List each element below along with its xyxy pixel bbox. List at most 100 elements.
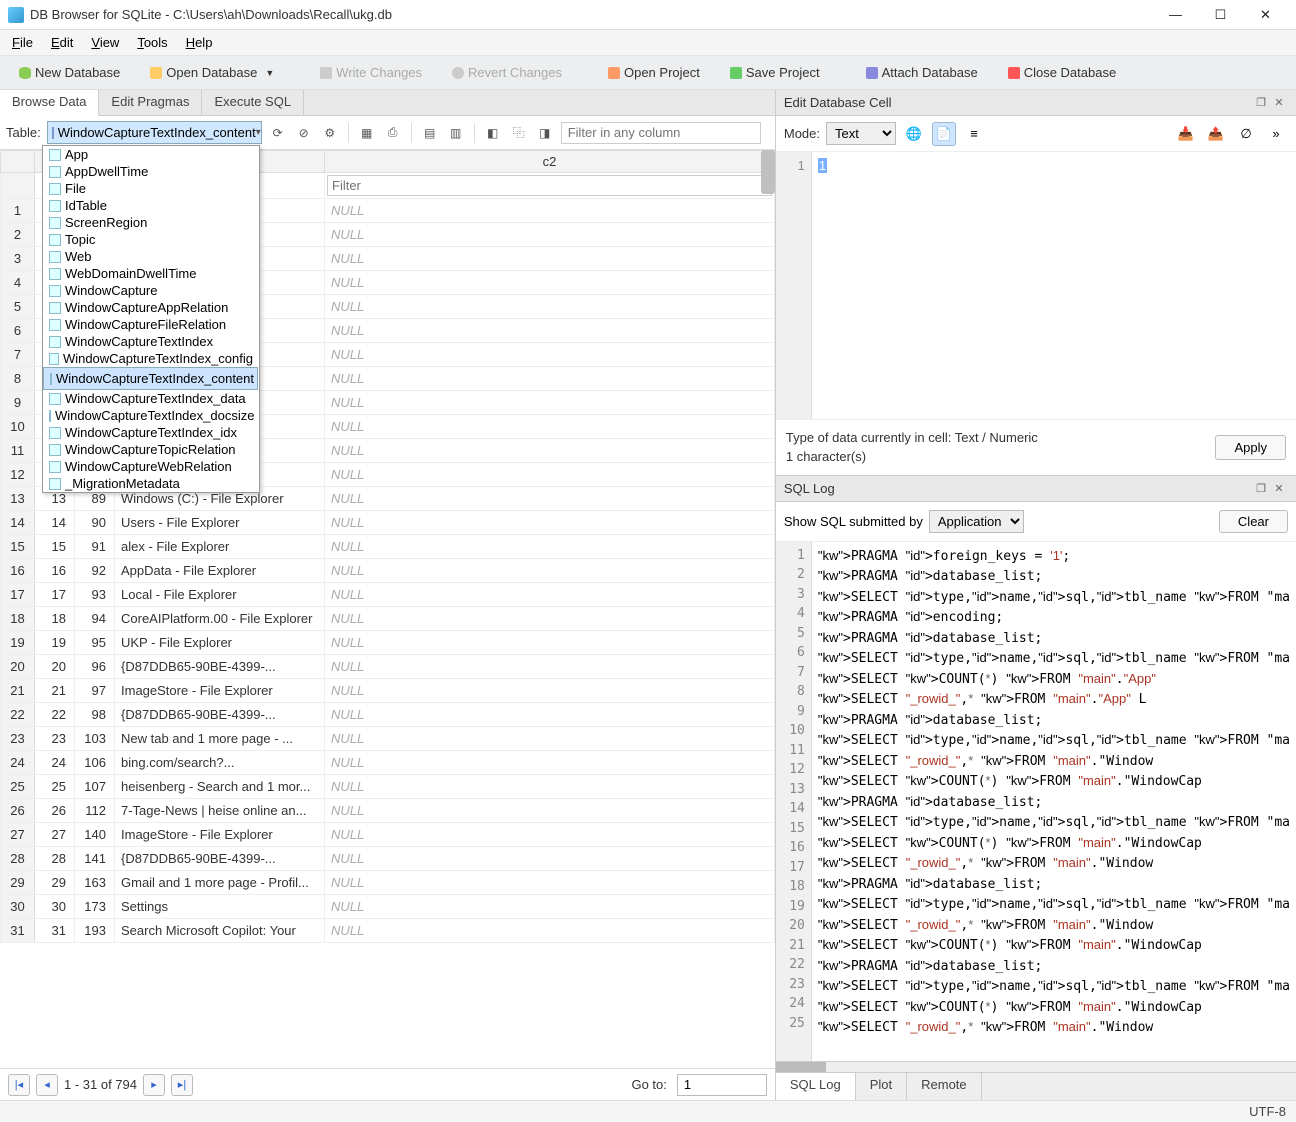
tab-browse-data[interactable]: Browse Data bbox=[0, 90, 99, 116]
new-database-button[interactable]: New Database bbox=[8, 61, 131, 84]
table-option-_MigrationMetadata[interactable]: _MigrationMetadata bbox=[43, 475, 259, 492]
table-option-IdTable[interactable]: IdTable bbox=[43, 197, 259, 214]
table-row[interactable]: 2323103New tab and 1 more page - ...NULL bbox=[1, 727, 775, 751]
apply-button[interactable]: Apply bbox=[1215, 435, 1286, 460]
table-option-WindowCaptureTextIndex_idx[interactable]: WindowCaptureTextIndex_idx bbox=[43, 424, 259, 441]
goto-button[interactable]: ◧ bbox=[483, 123, 503, 143]
table-row[interactable]: 151591alex - File ExplorerNULL bbox=[1, 535, 775, 559]
close-database-button[interactable]: Close Database bbox=[997, 61, 1128, 84]
table-option-WindowCaptureTextIndex_data[interactable]: WindowCaptureTextIndex_data bbox=[43, 390, 259, 407]
filter-c2-input[interactable] bbox=[327, 175, 772, 196]
nav-page-input[interactable] bbox=[677, 1074, 767, 1096]
save-project-button[interactable]: Save Project bbox=[719, 61, 831, 84]
delete-record-button[interactable]: ▥ bbox=[446, 123, 466, 143]
table-row[interactable]: 26261127-Tage-News | heise online an...N… bbox=[1, 799, 775, 823]
refresh-button[interactable]: ⟳ bbox=[268, 123, 288, 143]
tab-edit-pragmas[interactable]: Edit Pragmas bbox=[99, 90, 202, 115]
table-row[interactable]: 3131193Search Microsoft Copilot: YourNUL… bbox=[1, 919, 775, 943]
minimize-button[interactable]: — bbox=[1153, 0, 1198, 29]
sql-log-source-select[interactable]: Application bbox=[929, 510, 1024, 533]
filter-any-column-input[interactable] bbox=[561, 122, 761, 144]
table-row[interactable]: 161692AppData - File ExplorerNULL bbox=[1, 559, 775, 583]
table-option-WindowCaptureTextIndex_config[interactable]: WindowCaptureTextIndex_config bbox=[43, 350, 259, 367]
table-row[interactable]: 2727140ImageStore - File ExplorerNULL bbox=[1, 823, 775, 847]
table-option-File[interactable]: File bbox=[43, 180, 259, 197]
save-filter-button[interactable]: ⚙ bbox=[320, 123, 340, 143]
table-selector[interactable]: WindowCaptureTextIndex_content ▾ bbox=[47, 121, 262, 144]
open-project-button[interactable]: Open Project bbox=[597, 61, 711, 84]
table-option-WindowCaptureTextIndex_docsize[interactable]: WindowCaptureTextIndex_docsize bbox=[43, 407, 259, 424]
table-row[interactable]: 191995UKP - File ExplorerNULL bbox=[1, 631, 775, 655]
close-button[interactable]: ✕ bbox=[1243, 0, 1288, 29]
table-option-WindowCaptureTopicRelation[interactable]: WindowCaptureTopicRelation bbox=[43, 441, 259, 458]
menu-tools[interactable]: Tools bbox=[129, 33, 175, 52]
revert-changes-button[interactable]: Revert Changes bbox=[441, 61, 573, 84]
mode-more-button[interactable]: » bbox=[1264, 122, 1288, 146]
table-row[interactable]: 212197ImageStore - File ExplorerNULL bbox=[1, 679, 775, 703]
mode-select[interactable]: Text bbox=[826, 122, 896, 145]
attach-database-button[interactable]: Attach Database bbox=[855, 61, 989, 84]
open-database-button[interactable]: Open Database▼ bbox=[139, 61, 285, 84]
menu-view[interactable]: View bbox=[83, 33, 127, 52]
menu-help[interactable]: Help bbox=[178, 33, 221, 52]
sql-log-close-button[interactable]: ✕ bbox=[1270, 479, 1288, 497]
table-option-WindowCaptureTextIndex[interactable]: WindowCaptureTextIndex bbox=[43, 333, 259, 350]
mode-text-button[interactable]: 📄 bbox=[932, 122, 956, 146]
copy-button[interactable]: ⿻ bbox=[509, 123, 529, 143]
table-option-ScreenRegion[interactable]: ScreenRegion bbox=[43, 214, 259, 231]
mode-null-button[interactable]: ∅ bbox=[1234, 122, 1258, 146]
table-row[interactable]: 2929163Gmail and 1 more page - Profil...… bbox=[1, 871, 775, 895]
chevron-down-icon: ▾ bbox=[256, 127, 261, 138]
menu-edit[interactable]: Edit bbox=[43, 33, 81, 52]
sql-log-clear-button[interactable]: Clear bbox=[1219, 510, 1288, 533]
tab-execute-sql[interactable]: Execute SQL bbox=[202, 90, 304, 115]
table-row[interactable]: 141490Users - File ExplorerNULL bbox=[1, 511, 775, 535]
clear-filter-button[interactable]: ⊘ bbox=[294, 123, 314, 143]
mode-indent-button[interactable]: ≡ bbox=[962, 122, 986, 146]
cell-editor[interactable]: 1 1 bbox=[776, 152, 1296, 419]
bottom-tab-sql-log[interactable]: SQL Log bbox=[776, 1073, 856, 1100]
nav-first-button[interactable]: |◂ bbox=[8, 1074, 30, 1096]
table-row[interactable]: 202096{D87DDB65-90BE-4399-...NULL bbox=[1, 655, 775, 679]
table-option-WindowCaptureTextIndex_content[interactable]: WindowCaptureTextIndex_content bbox=[43, 367, 258, 390]
mode-import-button[interactable]: 📥 bbox=[1174, 122, 1198, 146]
table-option-WindowCapture[interactable]: WindowCapture bbox=[43, 282, 259, 299]
insert-record-button[interactable]: ▦ bbox=[357, 123, 377, 143]
maximize-button[interactable]: ☐ bbox=[1198, 0, 1243, 29]
table-option-WindowCaptureAppRelation[interactable]: WindowCaptureAppRelation bbox=[43, 299, 259, 316]
sql-log-undock-button[interactable]: ❐ bbox=[1252, 479, 1270, 497]
table-dropdown: AppAppDwellTimeFileIdTableScreenRegionTo… bbox=[42, 145, 260, 493]
table-option-AppDwellTime[interactable]: AppDwellTime bbox=[43, 163, 259, 180]
table-row[interactable]: 181894CoreAIPlatform.00 - File ExplorerN… bbox=[1, 607, 775, 631]
nav-prev-button[interactable]: ◂ bbox=[36, 1074, 58, 1096]
table-option-Topic[interactable]: Topic bbox=[43, 231, 259, 248]
bottom-tab-plot[interactable]: Plot bbox=[856, 1073, 907, 1100]
edit-cell-undock-button[interactable]: ❐ bbox=[1252, 94, 1270, 112]
table-row[interactable]: 222298{D87DDB65-90BE-4399-...NULL bbox=[1, 703, 775, 727]
grid-vscroll-thumb[interactable] bbox=[761, 150, 775, 194]
table-option-WebDomainDwellTime[interactable]: WebDomainDwellTime bbox=[43, 265, 259, 282]
editor-line-1: 1 bbox=[798, 158, 805, 173]
menu-file[interactable]: File bbox=[4, 33, 41, 52]
table-option-Web[interactable]: Web bbox=[43, 248, 259, 265]
nav-last-button[interactable]: ▸| bbox=[171, 1074, 193, 1096]
mode-globe-button[interactable]: 🌐 bbox=[902, 122, 926, 146]
sql-log-editor[interactable]: 1 2 3 4 5 6 7 8 9 10 11 12 13 14 15 16 1… bbox=[776, 542, 1296, 1063]
table-option-App[interactable]: App bbox=[43, 146, 259, 163]
table-row[interactable]: 2828141{D87DDB65-90BE-4399-...NULL bbox=[1, 847, 775, 871]
write-changes-button[interactable]: Write Changes bbox=[309, 61, 433, 84]
nav-next-button[interactable]: ▸ bbox=[143, 1074, 165, 1096]
table-row[interactable]: 3030173SettingsNULL bbox=[1, 895, 775, 919]
table-option-WindowCaptureFileRelation[interactable]: WindowCaptureFileRelation bbox=[43, 316, 259, 333]
mode-export-button[interactable]: 📤 bbox=[1204, 122, 1228, 146]
table-row[interactable]: 171793Local - File ExplorerNULL bbox=[1, 583, 775, 607]
print-button[interactable]: ⎙ bbox=[383, 123, 403, 143]
sql-log-hscroll[interactable] bbox=[776, 1062, 1296, 1072]
table-row[interactable]: 2424106bing.com/search?...NULL bbox=[1, 751, 775, 775]
new-record-button[interactable]: ▤ bbox=[420, 123, 440, 143]
table-option-WindowCaptureWebRelation[interactable]: WindowCaptureWebRelation bbox=[43, 458, 259, 475]
export-button[interactable]: ◨ bbox=[535, 123, 555, 143]
bottom-tab-remote[interactable]: Remote bbox=[907, 1073, 982, 1100]
table-row[interactable]: 2525107heisenberg - Search and 1 mor...N… bbox=[1, 775, 775, 799]
edit-cell-close-button[interactable]: ✕ bbox=[1270, 94, 1288, 112]
